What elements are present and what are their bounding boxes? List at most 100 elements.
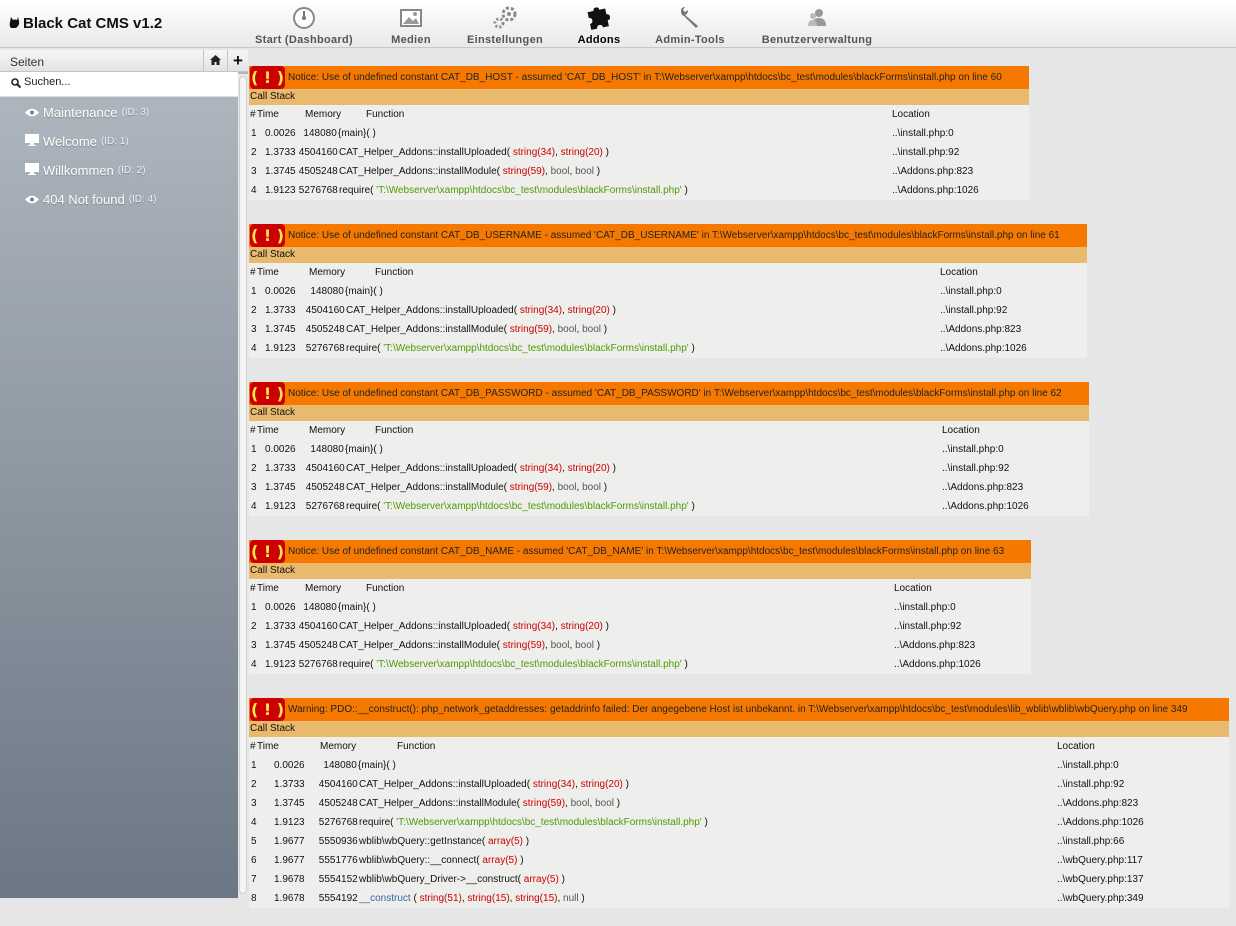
frame-function: {main}( ) [338, 602, 376, 613]
brand[interactable]: Black Cat CMS v1.2 [9, 15, 162, 32]
call-stack-row: 1 0.0026 148080 {main}( ) ..\install.php:0 [249, 440, 1089, 459]
frame-memory: 4505248 [318, 798, 358, 809]
frame-function: CAT_Helper_Addons::installModule( string… [339, 640, 601, 651]
frame-number: 3 [251, 798, 257, 809]
frame-time: 0.0026 [265, 602, 296, 613]
frame-memory: 4505248 [305, 482, 345, 493]
call-stack-header: # Time Memory Function Location [249, 737, 1229, 756]
page-item-404-not-found[interactable]: 404 Not found (ID: 4) [25, 192, 156, 207]
call-stack-label: Call Stack [249, 721, 1229, 737]
call-stack-row: 3 1.3745 4505248 CAT_Helper_Addons::install… [249, 162, 1029, 181]
call-stack-row: 2 1.3733 4504160 CAT_Helper_Addons::install… [249, 617, 1031, 636]
frame-location: ..\Addons.php:823 [892, 166, 974, 177]
frame-number: 1 [251, 602, 257, 613]
frame-location: ..\install.php:0 [1057, 760, 1119, 771]
frame-location: ..\wbQuery.php:349 [1057, 893, 1144, 904]
frame-location: ..\Addons.php:1026 [942, 501, 1029, 512]
col-num: # [250, 425, 256, 436]
call-stack-row: 7 1.9678 5554152 wblib\wbQuery_Driver->__co… [249, 870, 1229, 889]
col-time: Time [257, 109, 279, 120]
frame-number: 8 [251, 893, 257, 904]
frame-memory: 148080 [303, 128, 337, 139]
nav-dashboard[interactable]: Start (Dashboard) [252, 4, 356, 46]
error-message-bar: ( ! ) Notice: Use of undefined constant C… [249, 66, 1029, 89]
frame-time: 1.9677 [274, 855, 305, 866]
frame-memory: 4504160 [298, 621, 338, 632]
call-stack-header: # Time Memory Function Location [249, 579, 1031, 598]
monitor-icon [25, 134, 39, 149]
page-tree-sidebar: Seiten + Maintenance (ID: 3) Welcome (ID… [0, 50, 248, 898]
gears-icon [492, 6, 518, 30]
frame-function: CAT_Helper_Addons::installUploaded( stri… [346, 463, 616, 474]
error-block: ( ! ) Notice: Use of undefined constant C… [249, 540, 1031, 674]
home-button[interactable] [203, 50, 226, 72]
sidebar-scrollbar[interactable] [238, 74, 248, 898]
frame-function: require( 'T:\Webserver\xampp\htdocs\bc_t… [339, 185, 688, 196]
nav-media[interactable]: Medien [388, 4, 434, 46]
call-stack-row: 1 0.0026 148080 {main}( ) ..\install.php:0 [249, 598, 1031, 617]
dashboard-icon [292, 6, 316, 30]
warning-icon: ( ! ) [250, 382, 285, 405]
frame-number: 1 [251, 286, 257, 297]
frame-number: 4 [251, 501, 257, 512]
col-location: Location [942, 425, 980, 436]
frame-function: require( 'T:\Webserver\xampp\htdocs\bc_t… [339, 659, 688, 670]
add-page-button[interactable]: + [227, 50, 248, 72]
page-item-maintenance[interactable]: Maintenance (ID: 3) [25, 105, 149, 120]
col-function: Function [366, 583, 405, 594]
page-item-willkommen[interactable]: Willkommen (ID: 2) [25, 163, 146, 178]
error-message-bar: ( ! ) Notice: Use of undefined constant C… [249, 224, 1087, 247]
nav-settings[interactable]: Einstellungen [465, 4, 545, 46]
frame-time: 1.9677 [274, 836, 305, 847]
frame-function: wblib\wbQuery::__connect( array(5) ) [359, 855, 524, 866]
col-location: Location [894, 583, 932, 594]
nav-addons[interactable]: Addons [576, 4, 622, 46]
frame-memory: 5276768 [298, 659, 338, 670]
frame-location: ..\wbQuery.php:137 [1057, 874, 1144, 885]
frame-location: ..\install.php:0 [942, 444, 1004, 455]
page-item-welcome[interactable]: Welcome (ID: 1) [25, 134, 129, 149]
call-stack-label: Call Stack [249, 247, 1087, 263]
frame-time: 1.3745 [265, 482, 296, 493]
frame-location: ..\Addons.php:823 [940, 324, 1022, 335]
frame-time: 1.9123 [265, 659, 296, 670]
search-input[interactable] [24, 76, 224, 88]
frame-memory: 4505248 [305, 324, 345, 335]
call-stack-label: Call Stack [249, 563, 1031, 579]
col-memory: Memory [305, 583, 342, 594]
call-stack-row: 4 1.9123 5276768 require( 'T:\Webserver\xam… [249, 497, 1089, 516]
frame-time: 1.3745 [265, 166, 296, 177]
frame-function: require( 'T:\Webserver\xampp\htdocs\bc_t… [359, 817, 708, 828]
frame-number: 1 [251, 760, 257, 771]
frame-function: {main}( ) [338, 128, 376, 139]
sidebar-title: Seiten [10, 55, 45, 69]
frame-function: CAT_Helper_Addons::installUploaded( stri… [346, 305, 616, 316]
frame-function: CAT_Helper_Addons::installUploaded( stri… [359, 779, 629, 790]
home-icon [209, 54, 221, 68]
monitor-icon [25, 163, 39, 178]
frame-function: __construct ( string(51), string(15), st… [359, 893, 585, 904]
col-num: # [250, 741, 256, 752]
frame-location: ..\Addons.php:823 [894, 640, 976, 651]
frame-number: 2 [251, 147, 257, 158]
call-stack-row: 1 0.0026 148080 {main}( ) ..\install.php:0 [249, 282, 1087, 301]
error-message: Notice: Use of undefined constant CAT_DB… [288, 546, 1005, 557]
frame-location: ..\Addons.php:823 [1057, 798, 1139, 809]
col-memory: Memory [320, 741, 357, 752]
frame-number: 3 [251, 166, 257, 177]
top-navigation-bar: Black Cat CMS v1.2 Start (Dashboard) Med… [0, 0, 1236, 48]
warning-icon: ( ! ) [250, 66, 285, 89]
nav-admin-tools[interactable]: Admin-Tools [654, 4, 726, 46]
page-search [0, 72, 238, 97]
frame-location: ..\install.php:92 [892, 147, 960, 158]
error-message-bar: ( ! ) Warning: PDO::__construct(): php_ne… [249, 698, 1229, 721]
error-block: ( ! ) Warning: PDO::__construct(): php_ne… [249, 698, 1229, 908]
frame-location: ..\install.php:92 [942, 463, 1010, 474]
frame-memory: 4504160 [298, 147, 338, 158]
frame-time: 0.0026 [265, 444, 296, 455]
black-cat-logo-icon [9, 16, 20, 32]
call-stack-row: 2 1.3733 4504160 CAT_Helper_Addons::install… [249, 775, 1229, 794]
frame-function: wblib\wbQuery_Driver->__construct( array… [359, 874, 565, 885]
frame-number: 5 [251, 836, 257, 847]
nav-user-management[interactable]: Benutzerverwaltung [758, 4, 876, 46]
